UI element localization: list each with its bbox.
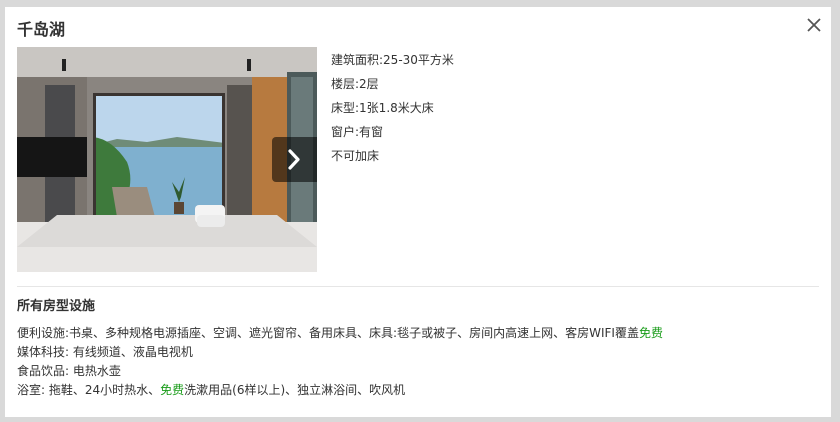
close-button[interactable] [805,16,823,34]
facility-items: 拖鞋、24小时热水、 [48,383,161,397]
chevron-right-icon [288,149,300,170]
room-area: 建筑面积:25-30平方米 [331,53,454,67]
facility-row-media: 媒体科技: 有线频道、液晶电视机 [17,343,663,362]
next-photo-button[interactable] [272,137,317,182]
facility-label: 浴室: [17,383,46,397]
facility-label: 食品饮品: [17,364,70,378]
room-extra-bed: 不可加床 [331,149,380,163]
facility-row-food: 食品饮品: 电热水壶 [17,362,663,381]
room-bed-type: 床型:1张1.8米大床 [331,101,434,115]
facility-items: 电热水壶 [72,364,121,378]
room-detail-modal: 千岛湖 建筑面积:25-30平方米 楼层:2层 床型:1张1.8米大床 窗户:有… [5,7,831,417]
facility-items-after: 洗漱用品(6样以上)、独立淋浴间、吹风机 [184,383,406,397]
facility-label: 便利设施: [17,326,70,340]
facility-label: 媒体科技: [17,345,70,359]
facility-row-convenience: 便利设施:书桌、多种规格电源插座、空调、遮光窗帘、备用床具、床具:毯子或被子、房… [17,324,663,343]
facilities-list: 便利设施:书桌、多种规格电源插座、空调、遮光窗帘、备用床具、床具:毯子或被子、房… [17,324,663,400]
free-tag: 免费 [160,383,185,397]
room-floor: 楼层:2层 [331,77,379,91]
facility-row-bathroom: 浴室: 拖鞋、24小时热水、免费洗漱用品(6样以上)、独立淋浴间、吹风机 [17,381,663,400]
facility-items: 书桌、多种规格电源插座、空调、遮光窗帘、备用床具、床具:毯子或被子、房间内高速上… [69,326,639,340]
modal-title: 千岛湖 [17,20,66,39]
facilities-title: 所有房型设施 [17,299,96,314]
section-divider [17,286,819,287]
room-photo[interactable] [17,47,317,272]
close-icon [807,18,821,32]
free-tag: 免费 [638,326,663,340]
facility-items: 有线频道、液晶电视机 [72,345,193,359]
room-info: 建筑面积:25-30平方米 楼层:2层 床型:1张1.8米大床 窗户:有窗 不可… [331,48,454,168]
room-window: 窗户:有窗 [331,125,384,139]
